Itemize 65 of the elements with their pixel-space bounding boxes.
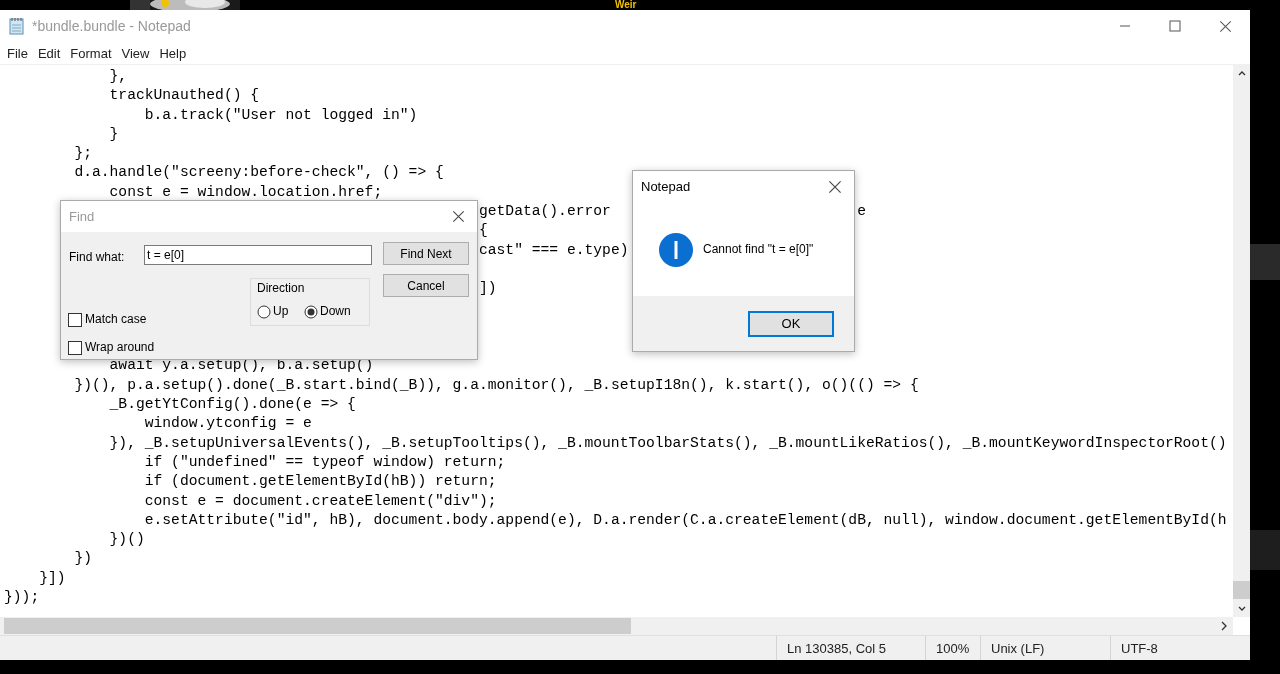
notepad-icon: [8, 17, 26, 35]
find-field[interactable]: t = e[0]: [144, 245, 372, 265]
close-icon[interactable]: [452, 210, 465, 223]
vertical-scrollbar[interactable]: [1233, 65, 1250, 617]
checkbox[interactable]: [68, 312, 82, 327]
close-icon[interactable]: [1218, 19, 1232, 33]
ok-button[interactable]: OK: [748, 310, 834, 337]
status-text: Unix (LF): [980, 636, 1110, 660]
cancel-button[interactable]: Cancel: [383, 274, 469, 297]
menu-item[interactable]: Edit: [32, 45, 66, 61]
code-text: cast" === e.type): [478, 241, 629, 258]
radio-option[interactable]: Up: [257, 302, 289, 322]
checkbox-option[interactable]: Wrap around: [68, 338, 155, 358]
info-icon: [659, 232, 693, 267]
group-label: Direction: [257, 280, 305, 297]
code-text: {: [478, 222, 488, 239]
close-icon[interactable]: [828, 180, 842, 194]
code-text: }));: [4, 589, 40, 605]
code-text: })(), p.a.setup().done(_B.start.bind(_B)), g.a.monitor(), _B.setupI18n(), k.start(), o()(() => {: [74, 376, 919, 393]
code-text: }: [109, 125, 119, 142]
code-text: const e = document.createElement("div");: [144, 492, 497, 509]
code-text: trackUnauthed() {: [109, 87, 260, 104]
code-text: }), _B.setupUniversalEvents(), _B.setupTooltips(), _B.mountToolbarStats(), _B.mountLikeRatios(), _B.mountKeywordInspectorRoot(): [109, 434, 1227, 451]
background-panel: [1250, 530, 1280, 570]
code-text: d.a.handle("screeny:before-check", () => {: [74, 164, 444, 181]
code-text: };: [74, 145, 92, 162]
code-text: window.ytconfig = e: [144, 415, 312, 432]
maximize-icon[interactable]: [1169, 20, 1181, 32]
menu-item[interactable]: Format: [65, 45, 117, 61]
status-text: Ln 130385, Col 5: [776, 636, 925, 660]
background-panel: [1250, 244, 1280, 280]
radio-option[interactable]: Down: [304, 302, 351, 322]
code-text: }): [74, 550, 92, 567]
caption-text: Weir: [615, 0, 637, 10]
code-text: e.setAttribute("id", hB), document.body.append(e), D.a.render(C.a.createElement(dB, null), window.document.getElementById(h: [144, 511, 1227, 528]
code-text: if (document.getElementById(hB)) return;: [144, 473, 497, 490]
checkbox[interactable]: [68, 340, 82, 355]
window-title: *bundle.bundle - Notepad: [32, 18, 192, 34]
menu-item[interactable]: File: [2, 45, 33, 61]
code-text: getData().error: [478, 203, 611, 220]
dialog-title: Find: [69, 207, 95, 226]
code-text: e: [857, 203, 866, 220]
code-text: await y.a.setup(), b.a.setup(): [109, 357, 374, 374]
code-text: }]): [39, 569, 66, 586]
code-text: })(): [109, 531, 145, 548]
radio-icon[interactable]: [304, 304, 318, 319]
scroll-thumb[interactable]: [1233, 581, 1250, 599]
scroll-thumb[interactable]: [4, 618, 631, 634]
code-text: _B.getYtConfig().done(e => {: [109, 396, 356, 413]
menu-item[interactable]: View: [116, 45, 155, 61]
status-text: UTF-8: [1110, 636, 1231, 660]
code-text: ]): [478, 280, 497, 297]
menu-item[interactable]: Help: [154, 45, 192, 61]
field-label: Find what:: [69, 249, 125, 266]
checkbox-option[interactable]: Match case: [68, 310, 147, 330]
code-text: },: [109, 68, 128, 84]
code-text: const e = window.location.href;: [109, 183, 383, 200]
find-next-button[interactable]: Find Next: [383, 242, 469, 265]
horizontal-scrollbar[interactable]: [0, 617, 1233, 635]
code-text: if ("undefined" == typeof window) return;: [144, 453, 506, 470]
status-text: 100%: [925, 636, 980, 660]
code-text: b.a.track("User not logged in"): [144, 106, 418, 123]
radio-icon[interactable]: [257, 304, 271, 319]
message-text: Cannot find "t = e[0]": [703, 240, 814, 258]
dialog-title: Notepad: [641, 178, 691, 197]
